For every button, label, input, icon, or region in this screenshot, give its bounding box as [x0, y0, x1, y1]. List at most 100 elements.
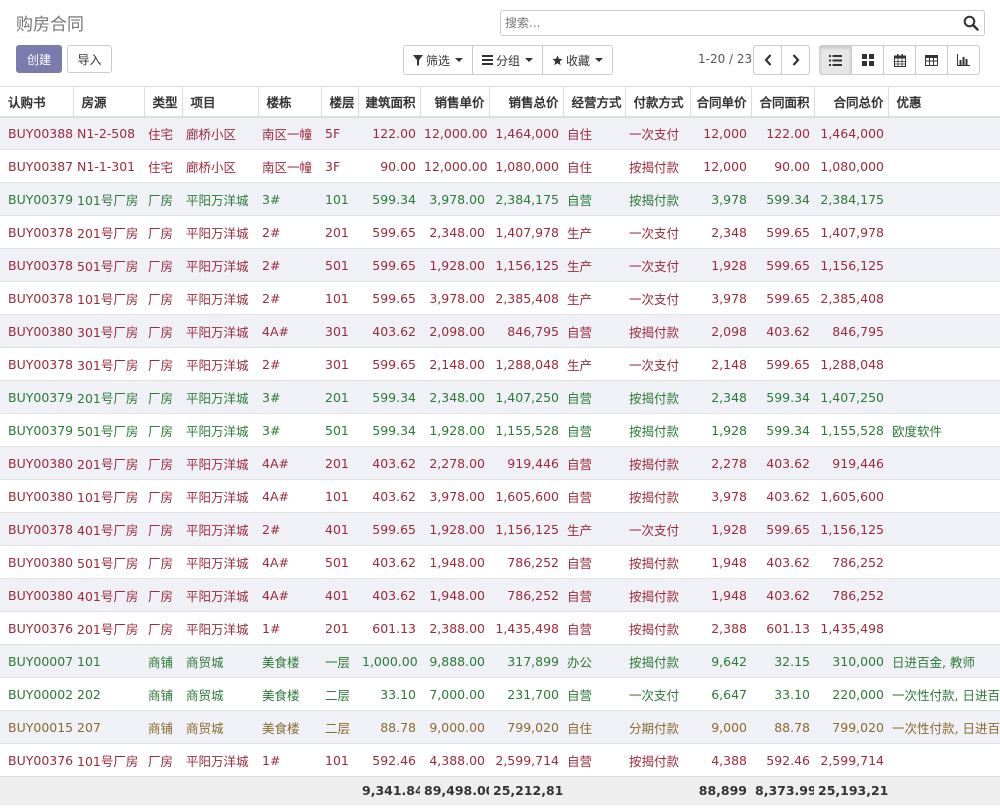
table-body: BUY00388 N1-2-508 住宅 廊桥小区 南区一幢 5F 122.00 12,000…	[0, 116, 1000, 777]
column-header-project[interactable]: 项目	[181, 86, 258, 118]
table-row[interactable]: BUY00379 501号厂房 厂房 平阳万洋城 3# 501 599.34 1,928.00…	[0, 413, 1000, 447]
table-row[interactable]: BUY00387 N1-1-301 住宅 廊桥小区 南区一幢 3F 90.00 12,000.…	[0, 149, 1000, 183]
table-row[interactable]: BUY00380 101号厂房 厂房 平阳万洋城 4A# 101 403.62 3,978.0…	[0, 479, 1000, 513]
cell-unit: 101号厂房	[77, 753, 139, 769]
cell-sale-total: 1,605,600	[495, 488, 559, 504]
column-header-floor[interactable]: 楼层	[320, 86, 358, 118]
cell-contract-area: 599.65	[766, 290, 810, 306]
column-header-building[interactable]: 楼栋	[257, 86, 321, 118]
table-row[interactable]: BUY00380 401号厂房 厂房 平阳万洋城 4A# 401 403.62 1,948.0…	[0, 578, 1000, 612]
cell-sale-unit-price: 2,388.00	[429, 620, 485, 636]
filter-button[interactable]: 筛选	[403, 45, 474, 75]
cell-contract-area: 88.78	[774, 719, 810, 735]
column-header-payment-method[interactable]: 付款方式	[624, 86, 690, 118]
table-row[interactable]: BUY00379 201号厂房 厂房 平阳万洋城 3# 201 599.34 2,348.00…	[0, 380, 1000, 414]
cell-contract-total: 2,384,175	[820, 191, 884, 207]
cell-order-no: BUY00380	[8, 488, 73, 504]
total-building	[258, 776, 321, 805]
cell-building: 4A#	[262, 587, 289, 603]
list-view-button[interactable]	[819, 45, 852, 75]
column-header-contract-area[interactable]: 合同面积	[750, 86, 814, 118]
cell-floor: 101	[325, 752, 349, 768]
cell-operation-mode: 自营	[567, 687, 593, 703]
cell-operation-mode: 自营	[567, 489, 593, 505]
cell-floor: 501	[325, 257, 349, 273]
import-button[interactable]: 导入	[67, 45, 112, 73]
cell-project: 平阳万洋城	[186, 753, 249, 769]
cell-payment-method: 按揭付款	[629, 621, 680, 637]
cell-building: 2#	[262, 224, 281, 240]
column-header-type[interactable]: 类型	[143, 86, 182, 118]
column-header-unit[interactable]: 房源	[72, 86, 144, 118]
table-row[interactable]: BUY00378 301号厂房 厂房 平阳万洋城 2# 301 599.65 2,148.00…	[0, 347, 1000, 381]
cell-discount	[888, 744, 1000, 777]
cell-floor: 401	[325, 521, 349, 537]
cell-operation-mode: 生产	[567, 291, 593, 307]
table-row[interactable]: BUY00376 101号厂房 厂房 平阳万洋城 1# 101 592.46 4,388.00…	[0, 743, 1000, 777]
search-icon[interactable]	[963, 15, 979, 31]
cell-building-area: 90.00	[380, 158, 416, 174]
column-header-discount[interactable]: 优惠	[887, 86, 1000, 118]
pager-previous-button[interactable]	[753, 45, 782, 75]
cell-building-area: 403.62	[372, 455, 416, 471]
cell-unit: 401号厂房	[77, 522, 139, 538]
cell-operation-mode: 自营	[567, 192, 593, 208]
table-row[interactable]: BUY00015 207 商铺 商贸城 美食楼 二层 88.78 9,000.00 799,02…	[0, 710, 1000, 744]
cell-sale-unit-price: 2,278.00	[429, 455, 485, 471]
table-row[interactable]: BUY00378 401号厂房 厂房 平阳万洋城 2# 401 599.65 1,928.00…	[0, 512, 1000, 546]
column-header-contract-unit-price[interactable]: 合同单价	[689, 86, 751, 118]
cell-contract-total: 799,020	[832, 719, 884, 735]
cell-unit: 501号厂房	[77, 555, 139, 571]
table-row[interactable]: BUY00378 201号厂房 厂房 平阳万洋城 2# 201 599.65 2,348.00…	[0, 215, 1000, 249]
table-row[interactable]: BUY00376 201号厂房 厂房 平阳万洋城 1# 201 601.13 2,388.00…	[0, 611, 1000, 645]
table-row[interactable]: BUY00007 101 商铺 商贸城 美食楼 一层 1,000.00 9,888.00 317…	[0, 644, 1000, 678]
cell-operation-mode: 生产	[567, 522, 593, 538]
pager-value[interactable]: 1-20 / 23	[698, 52, 752, 66]
search-input[interactable]	[505, 14, 955, 32]
kanban-view-button[interactable]	[851, 45, 884, 75]
column-header-sale-unit-price[interactable]: 销售单价	[419, 86, 489, 118]
cell-contract-total: 2,385,408	[820, 290, 884, 306]
cell-operation-mode: 自营	[567, 753, 593, 769]
group-by-button[interactable]: 分组	[472, 45, 544, 75]
list-icon	[829, 54, 842, 66]
cell-type: 商铺	[148, 720, 174, 736]
cell-building-area: 592.46	[372, 752, 416, 768]
search-box[interactable]	[500, 10, 985, 36]
total-discount	[888, 776, 1000, 805]
cell-payment-method: 按揭付款	[629, 555, 680, 571]
cell-sale-total: 1,155,528	[495, 422, 559, 438]
table-row[interactable]: BUY00388 N1-2-508 住宅 廊桥小区 南区一幢 5F 122.00 12,000…	[0, 116, 1000, 150]
table-row[interactable]: BUY00380 501号厂房 厂房 平阳万洋城 4A# 501 403.62 1,948.0…	[0, 545, 1000, 579]
table-row[interactable]: BUY00378 101号厂房 厂房 平阳万洋城 2# 101 599.65 3,978.00…	[0, 281, 1000, 315]
cell-payment-method: 一次支付	[629, 522, 680, 538]
cell-order-no: BUY00378	[8, 521, 73, 537]
column-header-contract-total[interactable]: 合同总价	[813, 86, 888, 118]
cell-payment-method: 按揭付款	[629, 456, 680, 472]
column-header-operation-mode[interactable]: 经营方式	[562, 86, 625, 118]
table-row[interactable]: BUY00380 201号厂房 厂房 平阳万洋城 4A# 201 403.62 2,278.0…	[0, 446, 1000, 480]
table-row[interactable]: BUY00002 202 商铺 商贸城 美食楼 二层 33.10 7,000.00 231,70…	[0, 677, 1000, 711]
column-header-order-no[interactable]: 认购书	[0, 86, 73, 118]
graph-view-button[interactable]	[947, 45, 980, 75]
pivot-view-button[interactable]	[915, 45, 948, 75]
column-header-sale-total[interactable]: 销售总价	[488, 86, 563, 118]
cell-sale-unit-price: 4,388.00	[429, 752, 485, 768]
cell-contract-total: 1,407,250	[820, 389, 884, 405]
column-header-building-area[interactable]: 建筑面积	[357, 86, 420, 118]
create-button[interactable]: 创建	[16, 45, 62, 73]
table-row[interactable]: BUY00380 301号厂房 厂房 平阳万洋城 4A# 301 403.62 2,098.0…	[0, 314, 1000, 348]
cell-sale-unit-price: 1,948.00	[429, 587, 485, 603]
total-floor	[321, 776, 358, 805]
cell-sale-total: 919,446	[507, 455, 559, 471]
calendar-view-button[interactable]	[883, 45, 916, 75]
cell-type: 厂房	[148, 588, 174, 604]
cell-type: 厂房	[148, 192, 174, 208]
view-switcher	[819, 45, 980, 75]
cell-discount: 一次性付款, 日进百金	[892, 720, 1000, 736]
cell-building: 4A#	[262, 323, 289, 339]
favorites-button[interactable]: 收藏	[542, 45, 614, 75]
table-row[interactable]: BUY00379 101号厂房 厂房 平阳万洋城 3# 101 599.34 3,978.00…	[0, 182, 1000, 216]
pager-next-button[interactable]	[781, 45, 810, 75]
table-row[interactable]: BUY00378 501号厂房 厂房 平阳万洋城 2# 501 599.65 1,928.00…	[0, 248, 1000, 282]
